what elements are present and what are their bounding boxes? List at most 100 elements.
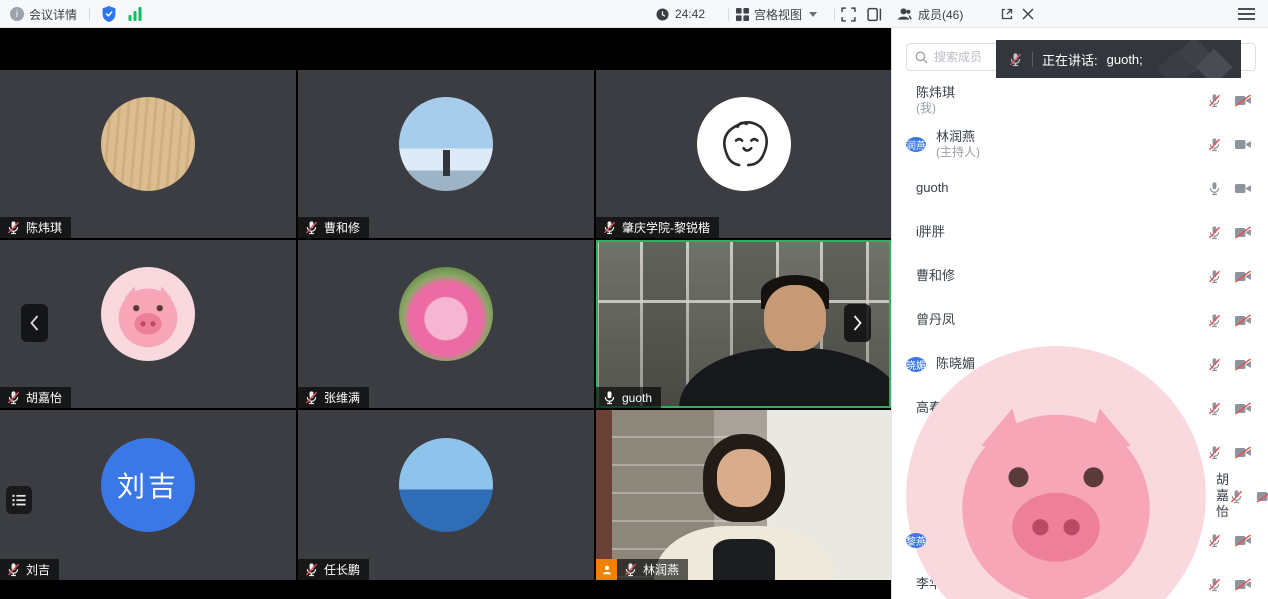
avatar-initials: 晓媚: [906, 357, 926, 372]
prev-page-button[interactable]: [21, 304, 48, 342]
mic-muted-icon: [1008, 52, 1023, 67]
participant-name-label: 胡嘉怡: [26, 389, 62, 406]
camera-off-icon[interactable]: [1234, 226, 1252, 239]
member-av-controls: [1207, 181, 1252, 196]
member-name: guoth: [916, 180, 949, 196]
mic-muted-icon: [304, 562, 319, 577]
video-tile[interactable]: 林润燕: [596, 410, 891, 580]
video-grid: 陈炜琪 曹和修 肇庆学院-黎锐楷 胡嘉怡 张维满 guoth 刘吉 刘吉: [0, 70, 891, 580]
participant-name-tag: 胡嘉怡: [0, 387, 71, 408]
next-page-button[interactable]: [844, 304, 871, 342]
mic-muted-icon[interactable]: [1207, 225, 1222, 240]
member-name: 曹和修: [916, 268, 955, 284]
name-tag-main: 林润燕: [617, 559, 688, 580]
mic-muted-icon[interactable]: [1207, 313, 1222, 328]
member-row[interactable]: 陈炜琪(我): [892, 78, 1268, 122]
member-role-label: (我): [916, 101, 955, 116]
camera-off-icon[interactable]: [1234, 94, 1252, 107]
camera-off-icon[interactable]: [1234, 534, 1252, 547]
mic-muted-icon[interactable]: [1207, 401, 1222, 416]
camera-off-icon[interactable]: [1234, 314, 1252, 327]
camera-off-icon[interactable]: [1234, 358, 1252, 371]
name-tag-main: 任长鹏: [298, 559, 369, 580]
mic-muted-icon[interactable]: [1207, 93, 1222, 108]
popout-panel-button[interactable]: [1000, 7, 1014, 21]
mic-muted-icon[interactable]: [1207, 445, 1222, 460]
side-panel-toggle-button[interactable]: [867, 7, 882, 22]
participant-name-tag: 刘吉: [0, 559, 59, 580]
video-tile[interactable]: 刘吉 刘吉: [0, 410, 296, 580]
view-switcher-button[interactable]: 宫格视图: [736, 6, 817, 23]
mic-muted-icon[interactable]: [1229, 489, 1244, 504]
network-signal-icon[interactable]: [128, 7, 142, 21]
info-icon: i: [10, 7, 24, 21]
participant-name-label: 林润燕: [643, 561, 679, 578]
member-text: 曹和修: [916, 268, 955, 284]
participant-name-label: 任长鹏: [324, 561, 360, 578]
members-icon: [897, 7, 912, 21]
divider: [728, 8, 729, 21]
member-av-controls: [1207, 225, 1252, 240]
camera-on-icon[interactable]: [1234, 138, 1252, 151]
fullscreen-button[interactable]: [841, 7, 856, 22]
mic-muted-icon[interactable]: [1207, 137, 1222, 152]
mic-muted-icon[interactable]: [1207, 357, 1222, 372]
caret-down-icon: [809, 12, 817, 17]
participant-name-tag: guoth: [596, 387, 661, 408]
mic-muted-icon[interactable]: [1207, 269, 1222, 284]
security-shield-icon[interactable]: [102, 6, 116, 22]
close-panel-button[interactable]: [1022, 8, 1034, 20]
participant-avatar: [399, 97, 493, 191]
member-name: 陈晓媚: [936, 356, 975, 372]
camera-off-icon[interactable]: [1234, 578, 1252, 591]
member-name: 曾丹凤: [916, 312, 955, 328]
member-row[interactable]: 曹和修: [892, 254, 1268, 298]
member-av-controls: [1207, 93, 1252, 108]
camera-on-icon[interactable]: [1234, 182, 1252, 195]
video-tile[interactable]: 任长鹏: [298, 410, 594, 580]
menu-button[interactable]: [1238, 7, 1255, 21]
participant-avatar: 晓媚: [906, 357, 926, 372]
meeting-details-button[interactable]: i 会议详情: [10, 6, 77, 23]
name-tag-main: 陈炜琪: [0, 217, 71, 238]
member-row[interactable]: guoth: [892, 166, 1268, 210]
video-tile[interactable]: 张维满: [298, 240, 594, 408]
member-row[interactable]: 润燕林润燕(主持人): [892, 122, 1268, 166]
member-text: 陈炜琪(我): [916, 85, 955, 116]
camera-off-icon[interactable]: [1234, 446, 1252, 459]
member-av-controls: [1207, 445, 1252, 460]
member-row[interactable]: 胡嘉怡: [892, 474, 1268, 518]
mic-muted-icon[interactable]: [1207, 577, 1222, 592]
member-name: 林润燕: [936, 129, 980, 145]
mic-on-icon[interactable]: [1207, 181, 1222, 196]
participant-name-tag: 任长鹏: [298, 559, 369, 580]
participant-name-tag: 张维满: [298, 387, 369, 408]
camera-off-icon[interactable]: [1256, 490, 1268, 503]
member-av-controls: [1207, 401, 1252, 416]
name-tag-main: guoth: [596, 387, 661, 408]
participant-name-tag: 林润燕: [596, 559, 688, 580]
participant-video: [596, 410, 891, 580]
participant-name-label: 张维满: [324, 389, 360, 406]
participant-name-label: 曹和修: [324, 219, 360, 236]
member-row[interactable]: i胖胖: [892, 210, 1268, 254]
video-tile[interactable]: 肇庆学院-黎锐楷: [596, 70, 891, 238]
participant-avatar: 刘吉: [101, 438, 195, 532]
video-tile[interactable]: 曹和修: [298, 70, 594, 238]
speaking-name: guoth;: [1107, 52, 1143, 67]
name-tag-main: 张维满: [298, 387, 369, 408]
mic-muted-icon: [304, 220, 319, 235]
layout-list-button[interactable]: [6, 486, 32, 514]
camera-off-icon[interactable]: [1234, 402, 1252, 415]
mic-muted-icon: [602, 220, 617, 235]
name-tag-main: 曹和修: [298, 217, 369, 238]
grid-view-icon: [736, 8, 749, 21]
camera-off-icon[interactable]: [1234, 270, 1252, 283]
video-tile[interactable]: 陈炜琪: [0, 70, 296, 238]
person-silhouette: [764, 285, 826, 351]
mic-muted-icon[interactable]: [1207, 533, 1222, 548]
mic-muted-icon: [6, 220, 21, 235]
member-row[interactable]: 曾丹凤: [892, 298, 1268, 342]
member-av-controls: [1207, 533, 1252, 548]
member-av-controls: [1207, 269, 1252, 284]
